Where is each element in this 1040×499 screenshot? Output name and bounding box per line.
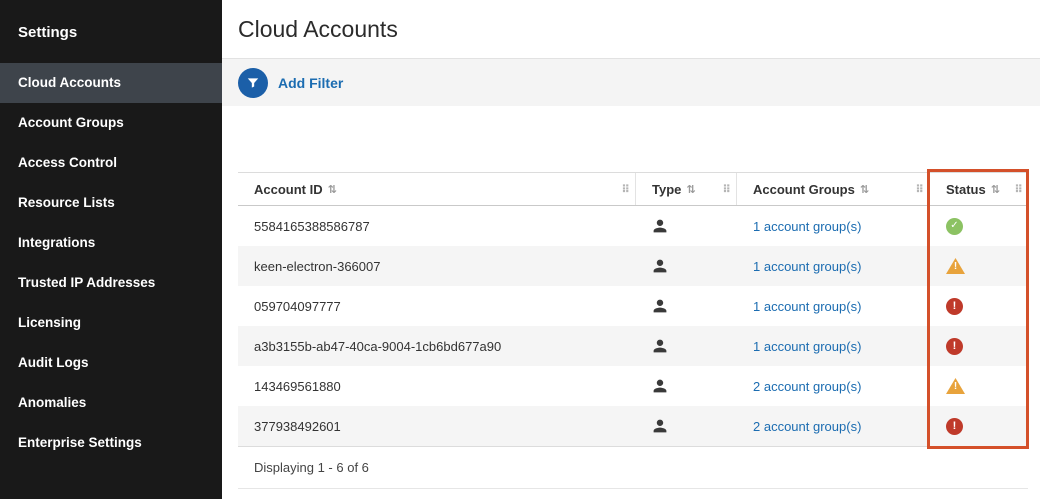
app-window: Settings Cloud Accounts Account Groups A… bbox=[0, 0, 1040, 499]
column-grip-icon[interactable]: ⠿ bbox=[722, 183, 730, 196]
status-error-icon bbox=[946, 338, 963, 355]
type-cell bbox=[636, 206, 737, 246]
status-cell bbox=[930, 366, 1028, 406]
filter-bar: Add Filter bbox=[222, 58, 1040, 106]
column-label: Account Groups bbox=[753, 182, 855, 197]
user-type-icon bbox=[652, 418, 668, 434]
status-warning-icon bbox=[946, 258, 965, 274]
account-id-cell: 143469561880 bbox=[238, 366, 636, 406]
account-groups-link[interactable]: 1 account group(s) bbox=[753, 259, 861, 274]
sidebar-item-integrations[interactable]: Integrations bbox=[0, 223, 222, 263]
sidebar-item-access-control[interactable]: Access Control bbox=[0, 143, 222, 183]
table-row: keen-electron-366007 1 account group(s) bbox=[238, 246, 1028, 286]
user-type-icon bbox=[652, 378, 668, 394]
type-cell bbox=[636, 366, 737, 406]
status-cell bbox=[930, 246, 1028, 286]
main-content: Cloud Accounts Add Filter Account ID ⇅ ⠿… bbox=[222, 0, 1040, 499]
sidebar-title: Settings bbox=[0, 0, 222, 63]
column-label: Type bbox=[652, 182, 681, 197]
table-footer: Displaying 1 - 6 of 6 bbox=[238, 446, 1028, 489]
status-cell bbox=[930, 326, 1028, 366]
account-groups-cell: 1 account group(s) bbox=[737, 206, 930, 246]
column-grip-icon[interactable]: ⠿ bbox=[915, 183, 923, 196]
account-groups-cell: 1 account group(s) bbox=[737, 326, 930, 366]
sidebar-item-account-groups[interactable]: Account Groups bbox=[0, 103, 222, 143]
add-filter-button[interactable] bbox=[238, 68, 268, 98]
account-groups-cell: 2 account group(s) bbox=[737, 406, 930, 446]
sidebar-item-resource-lists[interactable]: Resource Lists bbox=[0, 183, 222, 223]
type-cell bbox=[636, 326, 737, 366]
column-label: Account ID bbox=[254, 182, 323, 197]
account-groups-link[interactable]: 2 account group(s) bbox=[753, 379, 861, 394]
status-cell bbox=[930, 206, 1028, 246]
status-cell bbox=[930, 406, 1028, 446]
displaying-count-text: Displaying 1 - 6 of 6 bbox=[254, 460, 369, 475]
account-id-cell: keen-electron-366007 bbox=[238, 246, 636, 286]
user-type-icon bbox=[652, 338, 668, 354]
sidebar-item-cloud-accounts[interactable]: Cloud Accounts bbox=[0, 63, 222, 103]
table-row: 143469561880 2 account group(s) bbox=[238, 366, 1028, 406]
table-row: a3b3155b-ab47-40ca-9004-1cb6bd677a90 1 a… bbox=[238, 326, 1028, 366]
settings-sidebar: Settings Cloud Accounts Account Groups A… bbox=[0, 0, 222, 499]
type-cell bbox=[636, 286, 737, 326]
account-groups-cell: 1 account group(s) bbox=[737, 246, 930, 286]
table-row: 5584165388586787 1 account group(s) bbox=[238, 206, 1028, 246]
type-cell bbox=[636, 246, 737, 286]
account-groups-link[interactable]: 1 account group(s) bbox=[753, 219, 861, 234]
status-cell bbox=[930, 286, 1028, 326]
sidebar-item-audit-logs[interactable]: Audit Logs bbox=[0, 343, 222, 383]
user-type-icon bbox=[652, 298, 668, 314]
account-id-cell: a3b3155b-ab47-40ca-9004-1cb6bd677a90 bbox=[238, 326, 636, 366]
sort-icon[interactable]: ⇅ bbox=[686, 183, 695, 196]
funnel-icon bbox=[246, 76, 260, 90]
page-title: Cloud Accounts bbox=[222, 0, 1040, 43]
column-header-account-groups[interactable]: Account Groups ⇅ ⠿ bbox=[737, 173, 930, 205]
column-grip-icon[interactable]: ⠿ bbox=[621, 183, 629, 196]
table-row: 377938492601 2 account group(s) bbox=[238, 406, 1028, 446]
column-header-account-id[interactable]: Account ID ⇅ ⠿ bbox=[238, 173, 636, 205]
column-header-status[interactable]: Status ⇅ ⠿ bbox=[930, 173, 1028, 205]
status-warning-icon bbox=[946, 378, 965, 394]
account-groups-cell: 1 account group(s) bbox=[737, 286, 930, 326]
column-label: Status bbox=[946, 182, 986, 197]
account-groups-link[interactable]: 1 account group(s) bbox=[753, 299, 861, 314]
status-error-icon bbox=[946, 418, 963, 435]
sidebar-item-trusted-ip-addresses[interactable]: Trusted IP Addresses bbox=[0, 263, 222, 303]
column-header-type[interactable]: Type ⇅ ⠿ bbox=[636, 173, 737, 205]
account-id-cell: 5584165388586787 bbox=[238, 206, 636, 246]
account-groups-link[interactable]: 2 account group(s) bbox=[753, 419, 861, 434]
table-row: 059704097777 1 account group(s) bbox=[238, 286, 1028, 326]
account-id-cell: 059704097777 bbox=[238, 286, 636, 326]
type-cell bbox=[636, 406, 737, 446]
sidebar-item-licensing[interactable]: Licensing bbox=[0, 303, 222, 343]
add-filter-label[interactable]: Add Filter bbox=[278, 75, 343, 91]
account-id-cell: 377938492601 bbox=[238, 406, 636, 446]
sort-icon[interactable]: ⇅ bbox=[860, 183, 869, 196]
status-error-icon bbox=[946, 298, 963, 315]
table-header-row: Account ID ⇅ ⠿ Type ⇅ ⠿ Account Groups ⇅… bbox=[238, 172, 1028, 206]
status-ok-icon bbox=[946, 218, 963, 235]
account-groups-link[interactable]: 1 account group(s) bbox=[753, 339, 861, 354]
sort-icon[interactable]: ⇅ bbox=[991, 183, 1000, 196]
column-grip-icon[interactable]: ⠿ bbox=[1014, 183, 1022, 196]
user-type-icon bbox=[652, 258, 668, 274]
sidebar-item-anomalies[interactable]: Anomalies bbox=[0, 383, 222, 423]
user-type-icon bbox=[652, 218, 668, 234]
sort-icon[interactable]: ⇅ bbox=[328, 183, 337, 196]
cloud-accounts-table: Account ID ⇅ ⠿ Type ⇅ ⠿ Account Groups ⇅… bbox=[238, 172, 1028, 489]
account-groups-cell: 2 account group(s) bbox=[737, 366, 930, 406]
sidebar-item-enterprise-settings[interactable]: Enterprise Settings bbox=[0, 423, 222, 463]
